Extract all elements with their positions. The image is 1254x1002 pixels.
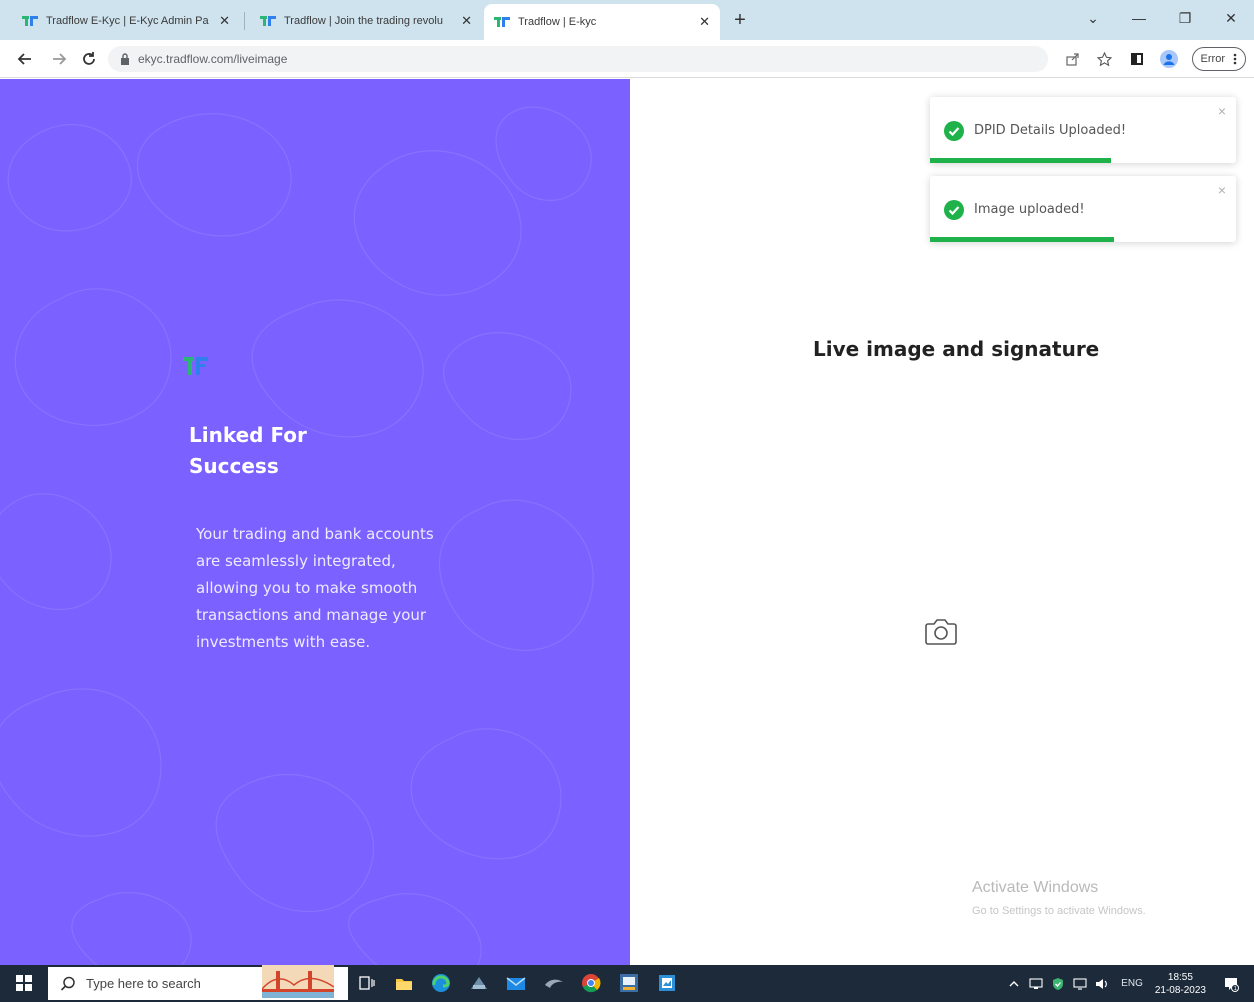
- activate-windows-title: Activate Windows: [972, 879, 1099, 896]
- promo-headline: Linked For Success: [189, 420, 389, 482]
- activate-windows-subtitle: Go to Settings to activate Windows.: [972, 905, 1146, 917]
- tab-title: Tradflow | Join the trading revolu: [284, 15, 443, 27]
- reload-icon: [83, 52, 95, 65]
- tab-close-icon[interactable]: ✕: [699, 14, 710, 30]
- security-shield-icon[interactable]: [1049, 975, 1067, 993]
- search-placeholder: Type here to search: [86, 976, 201, 991]
- tab-admin-panel[interactable]: Tradflow E-Kyc | E-Kyc Admin Pa ✕: [12, 6, 240, 36]
- toast-progress-bar: [930, 237, 1114, 242]
- back-button[interactable]: [14, 48, 36, 70]
- search-icon: [60, 976, 75, 991]
- kebab-menu-icon: [1233, 53, 1237, 65]
- mail-icon[interactable]: [466, 970, 492, 996]
- profile-error-button[interactable]: Error: [1191, 47, 1246, 71]
- lock-icon: [121, 53, 129, 65]
- promo-description: Your trading and bank accounts are seaml…: [196, 525, 434, 651]
- tab-title: Tradflow | E-kyc: [518, 16, 597, 28]
- check-circle-icon: [944, 121, 964, 141]
- input-language[interactable]: ENG: [1121, 978, 1143, 989]
- outlook-mail-icon[interactable]: [503, 970, 529, 996]
- clock-time: 18:55: [1167, 971, 1193, 983]
- url-text: ekyc.tradflow.com/liveimage: [138, 52, 288, 66]
- window-controls: ⌄ — ❐ ✕: [1070, 0, 1254, 40]
- svg-text:1: 1: [1234, 986, 1237, 992]
- tab-ekyc-active[interactable]: Tradflow | E-kyc ✕: [484, 4, 720, 40]
- tab-separator: [244, 12, 245, 30]
- bridge-illustration-icon: [262, 965, 334, 998]
- close-window-icon[interactable]: ✕: [1208, 0, 1254, 36]
- toolbar-actions: Error: [1064, 46, 1246, 72]
- forward-button[interactable]: [48, 48, 70, 70]
- new-tab-button[interactable]: +: [728, 8, 752, 32]
- tradflow-favicon-icon: [22, 16, 38, 26]
- browser-tab-strip: Tradflow E-Kyc | E-Kyc Admin Pa ✕ Tradfl…: [0, 0, 1254, 40]
- network-icon[interactable]: [1027, 975, 1045, 993]
- profile-error-label: Error: [1200, 53, 1225, 65]
- taskbar-clock[interactable]: 18:55 21-08-2023: [1155, 971, 1206, 997]
- edge-browser-icon[interactable]: [428, 970, 454, 996]
- windows-taskbar: Type here to search ENG 18:55 21-08-2023…: [0, 965, 1254, 1002]
- side-panel-icon[interactable]: [1128, 50, 1146, 68]
- toast-close-icon[interactable]: ×: [1218, 103, 1226, 119]
- notifications-icon[interactable]: 1: [1222, 975, 1240, 993]
- arrow-left-icon: [17, 53, 31, 65]
- display-icon[interactable]: [1071, 975, 1089, 993]
- toast-progress-bar: [930, 158, 1111, 163]
- reload-button[interactable]: [78, 48, 100, 70]
- check-circle-icon: [944, 200, 964, 220]
- minimize-icon[interactable]: —: [1116, 0, 1162, 36]
- headline-line-2: Success: [189, 454, 279, 478]
- tradflow-logo-icon: [183, 357, 208, 375]
- camera-icon[interactable]: [924, 615, 958, 647]
- toast-dpid-uploaded: DPID Details Uploaded! ×: [930, 97, 1236, 163]
- page-title: Live image and signature: [813, 337, 1100, 361]
- system-tray: ENG 18:55 21-08-2023 1: [1005, 965, 1254, 1002]
- photos-app-icon[interactable]: [654, 970, 680, 996]
- task-view-icon[interactable]: [354, 970, 380, 996]
- toast-image-uploaded: Image uploaded! ×: [930, 176, 1236, 242]
- windows-start-icon[interactable]: [16, 975, 32, 991]
- vpn-app-icon[interactable]: [541, 970, 567, 996]
- tradflow-favicon-icon: [260, 16, 276, 26]
- share-icon[interactable]: [1064, 50, 1082, 68]
- tab-title: Tradflow E-Kyc | E-Kyc Admin Pa: [46, 15, 209, 27]
- tab-close-icon[interactable]: ✕: [219, 13, 230, 29]
- tradflow-favicon-icon: [494, 17, 510, 27]
- toast-message: DPID Details Uploaded!: [974, 123, 1127, 138]
- bookmark-star-icon[interactable]: [1096, 50, 1114, 68]
- chrome-browser-icon[interactable]: [578, 970, 604, 996]
- document-app-icon[interactable]: [616, 970, 642, 996]
- address-bar[interactable]: ekyc.tradflow.com/liveimage: [108, 46, 1048, 72]
- content-panel: DPID Details Uploaded! × Image uploaded!…: [630, 79, 1254, 965]
- tab-close-icon[interactable]: ✕: [461, 13, 472, 29]
- promo-panel: Linked For Success Your trading and bank…: [0, 79, 630, 965]
- tab-join-trading[interactable]: Tradflow | Join the trading revolu ✕: [250, 6, 482, 36]
- speaker-icon[interactable]: [1093, 975, 1111, 993]
- headline-line-1: Linked For: [189, 423, 307, 447]
- clock-date: 21-08-2023: [1154, 984, 1206, 996]
- toast-close-icon[interactable]: ×: [1218, 182, 1226, 198]
- file-explorer-icon[interactable]: [391, 970, 417, 996]
- profile-avatar-icon[interactable]: [1159, 50, 1178, 68]
- arrow-right-icon: [53, 53, 67, 65]
- toast-message: Image uploaded!: [974, 202, 1085, 217]
- restore-icon[interactable]: ❐: [1162, 0, 1208, 36]
- tab-search-icon[interactable]: ⌄: [1070, 0, 1116, 36]
- browser-toolbar: ekyc.tradflow.com/liveimage Error: [0, 40, 1254, 78]
- chevron-up-icon[interactable]: [1005, 975, 1023, 993]
